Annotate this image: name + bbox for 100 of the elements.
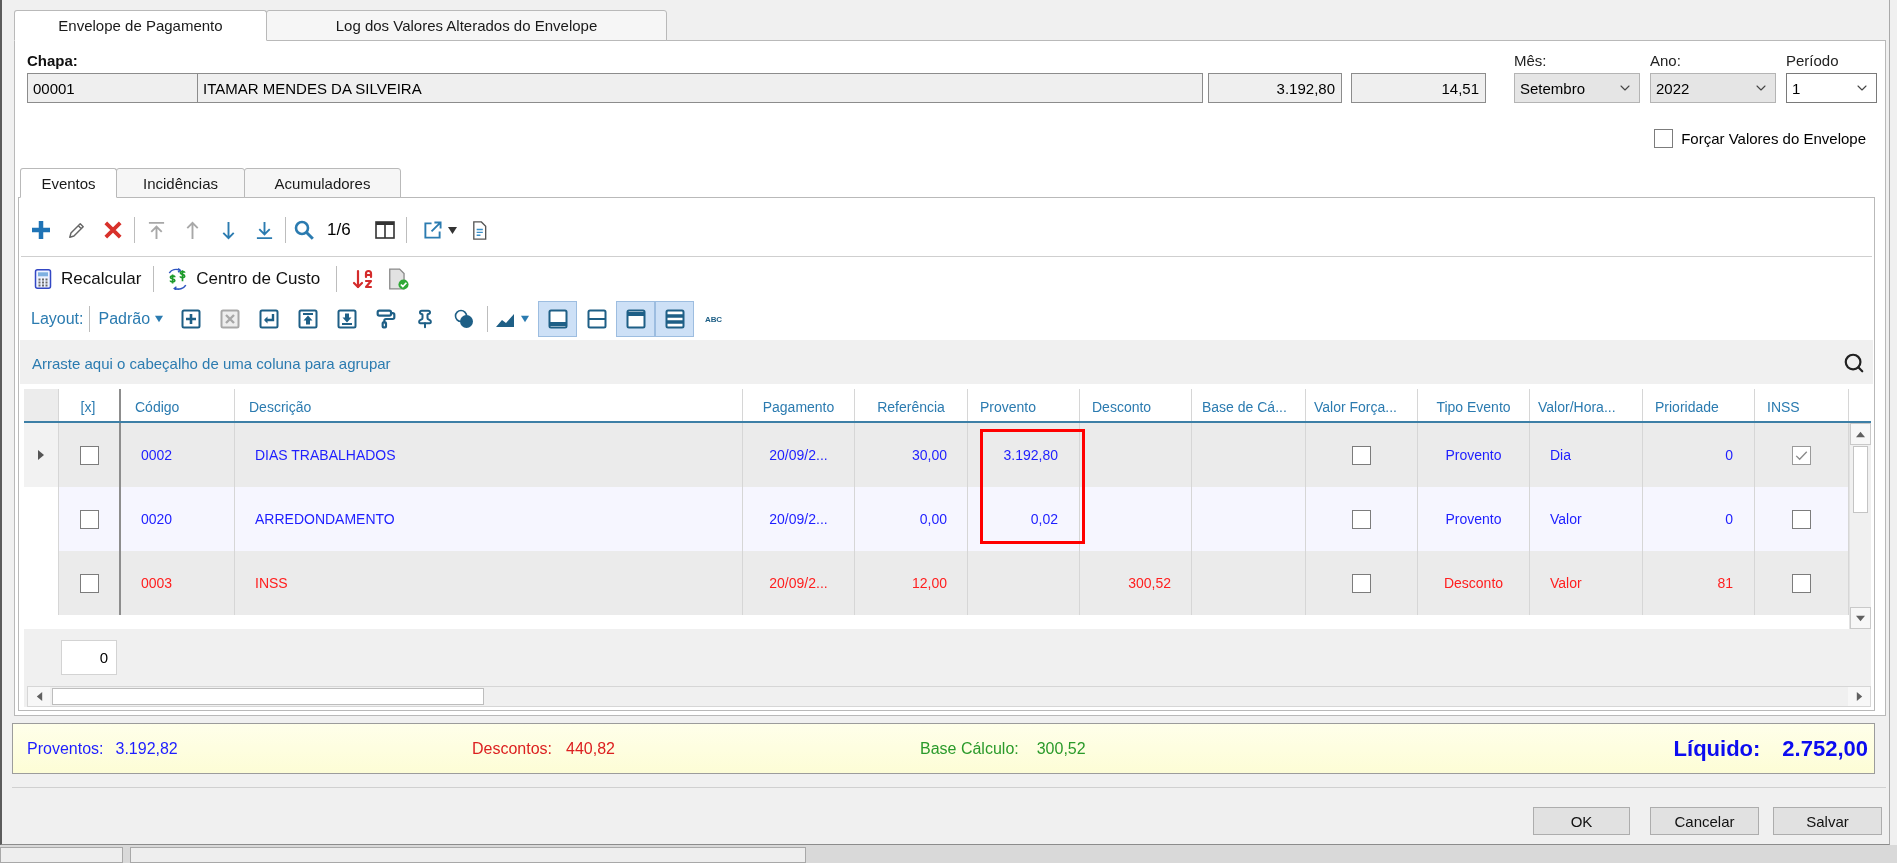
amount-field[interactable]: 14,51 [1351, 73, 1486, 103]
checkbox[interactable] [1352, 573, 1371, 593]
layout-label: Layout: [31, 310, 84, 328]
totals-label: Descontos: [472, 739, 553, 758]
cost-center-button[interactable]: Centro de Custo [162, 264, 325, 294]
table-row[interactable]: 0002 DIAS TRABALHADOS 20/09/2... 30,00 3.192,80 Provento Dia 0 [24, 423, 1849, 487]
dialog-button[interactable]: Salvar [1773, 807, 1882, 835]
search-icon [294, 220, 314, 240]
panel-top-bar-icon [625, 309, 646, 329]
scroll-left-button[interactable] [28, 687, 50, 706]
amount-field[interactable]: 3.192,80 [1208, 73, 1342, 103]
checkbox[interactable] [1792, 445, 1811, 465]
column-header[interactable]: Tipo Evento [1418, 389, 1530, 421]
checkbox[interactable] [1792, 509, 1811, 529]
table-cell: 0003 [121, 551, 235, 615]
circles-icon [453, 309, 474, 329]
column-header[interactable]: Valor/Hora... [1530, 389, 1643, 421]
table-cell: Provento [1418, 423, 1530, 487]
totals-label: Proventos: [27, 739, 104, 758]
table-cell: 20/09/2... [743, 423, 855, 487]
caret-down-icon [1856, 613, 1865, 623]
checkbox[interactable] [1352, 445, 1371, 465]
arrow-to-top-icon [146, 220, 166, 240]
dialog-button[interactable]: OK [1533, 807, 1630, 835]
checkbox[interactable] [1792, 573, 1811, 593]
paint-roller-icon [375, 309, 396, 329]
layout-preset-dropdown[interactable]: Padrão [96, 304, 166, 334]
net-value: 2.752,00 [1782, 735, 1868, 762]
table-cell: 0 [1643, 423, 1755, 487]
caret-right-icon [1854, 692, 1864, 701]
column-header[interactable]: Prioridade [1643, 389, 1755, 421]
download-square-icon [336, 309, 357, 329]
tab[interactable]: Incidências [116, 168, 245, 198]
column-header[interactable]: Pagamento [743, 389, 855, 421]
row-pointer-icon [36, 450, 46, 460]
column-header[interactable]: Valor Força... [1306, 389, 1418, 421]
field-label: Chapa: [27, 52, 79, 69]
caret-down-icon [447, 225, 457, 235]
footer-count-cell: 0 [61, 640, 117, 675]
table-cell: 81 [1643, 551, 1755, 615]
totals-value: 440,82 [566, 739, 615, 758]
net-label: Líquido: [1673, 735, 1761, 762]
arrow-to-bottom-icon [254, 220, 274, 240]
caret-down-icon [521, 315, 530, 323]
plus-square-icon [180, 309, 201, 329]
upload-square-icon [297, 309, 318, 329]
checkbox[interactable] [79, 445, 99, 465]
column-header[interactable]: Referência [855, 389, 968, 421]
column-header[interactable]: Provento [968, 389, 1080, 421]
vertical-scrollbar[interactable] [1849, 423, 1871, 629]
scroll-down-button[interactable] [1850, 607, 1871, 629]
row-style-toggle[interactable] [616, 301, 656, 337]
totals-label: Base Cálculo: [920, 739, 1019, 758]
checkbox[interactable] [79, 509, 99, 529]
caret-left-icon [34, 692, 44, 701]
money-arrows-icon [166, 268, 189, 290]
text-style-button[interactable]: ABC [703, 307, 724, 331]
scroll-thumb[interactable] [1853, 446, 1868, 513]
table-cell: 0002 [121, 423, 235, 487]
table-cell: 20/09/2... [743, 551, 855, 615]
export-icon [422, 220, 442, 240]
row-header-cell[interactable] [24, 423, 59, 487]
employee-name-field[interactable]: ITAMAR MENDES DA SILVEIRA [197, 73, 1203, 103]
checkbox-label: Forçar Valores do Envelope [1681, 129, 1866, 147]
caret-up-icon [1856, 429, 1865, 439]
checkbox[interactable] [1654, 128, 1674, 148]
table-cell: 30,00 [855, 423, 968, 487]
row-style-toggle[interactable] [538, 301, 578, 337]
checkbox[interactable] [79, 573, 99, 593]
cross-icon [104, 221, 122, 239]
search-icon[interactable] [1843, 352, 1865, 374]
tab[interactable]: Envelope de Pagamento [14, 10, 267, 41]
dialog-button[interactable]: Cancelar [1650, 807, 1759, 835]
checkbox[interactable] [1352, 509, 1371, 529]
field-label: Período [1786, 52, 1840, 69]
horizontal-scrollbar[interactable] [27, 686, 1871, 707]
scroll-up-button[interactable] [1850, 423, 1871, 445]
record-counter: 1/6 [327, 220, 351, 240]
tab[interactable]: Eventos [20, 168, 117, 198]
dropdown[interactable]: 1 [1786, 73, 1877, 103]
column-header[interactable]: Descrição [235, 389, 743, 421]
plus-icon [31, 220, 51, 240]
document-check-icon [387, 268, 410, 290]
table-cell: Desconto [1418, 551, 1530, 615]
row-style-toggle[interactable] [655, 301, 695, 337]
recalculate-button[interactable]: Recalcular [29, 264, 146, 294]
scroll-right-button[interactable] [1848, 687, 1870, 706]
table-row[interactable]: 0020 ARREDONDAMENTO 20/09/2... 0,00 0,02 Provento Valor 0 [24, 487, 1849, 551]
tab[interactable]: Acumuladores [244, 168, 401, 198]
table-cell: Dia [1530, 423, 1643, 487]
column-header[interactable]: [x] [59, 389, 121, 421]
return-square-icon [258, 309, 279, 329]
column-header[interactable]: Código [121, 389, 235, 421]
field-label: Ano: [1650, 52, 1682, 69]
tab[interactable]: Log dos Valores Alterados do Envelope [266, 10, 667, 41]
column-header[interactable]: Base de Cá... [1192, 389, 1306, 421]
chapa-field[interactable]: 00001 [27, 73, 198, 103]
group-by-hint: Arraste aqui o cabeçalho de uma coluna para agrupar [32, 354, 391, 372]
scroll-thumb[interactable] [52, 688, 484, 705]
column-header[interactable]: Desconto [1080, 389, 1192, 421]
